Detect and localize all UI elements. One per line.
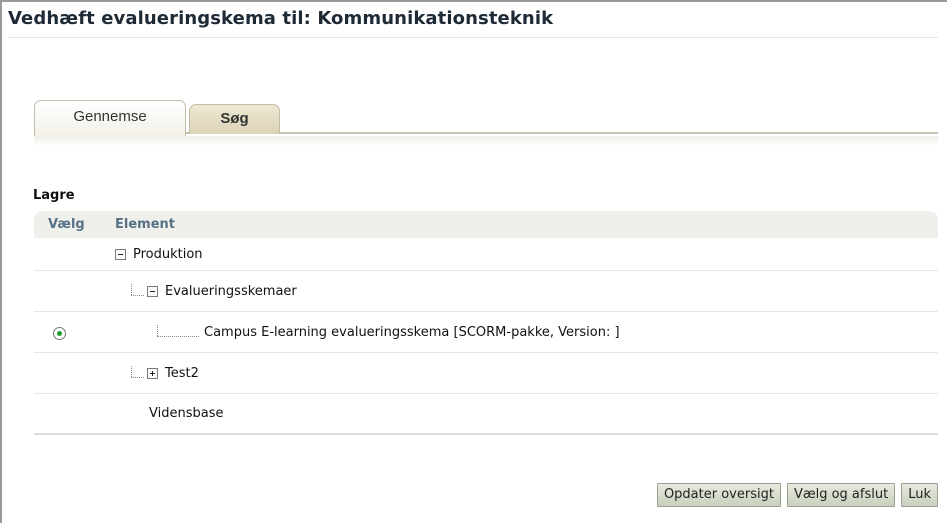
table-header: Vælg Element: [34, 211, 938, 238]
tree-node-label: Evalueringsskemaer: [165, 283, 297, 299]
close-button[interactable]: Luk: [901, 483, 938, 507]
tree-node-label: Vidensbase: [149, 406, 224, 421]
tree-node: Vidensbase: [149, 394, 223, 433]
select-radio[interactable]: [53, 327, 66, 340]
window-border-top: [0, 0, 947, 2]
collapse-icon[interactable]: [147, 285, 158, 297]
tree-node: Test2: [131, 353, 199, 393]
table-row: Evalueringsskemaer: [34, 271, 938, 312]
radio-selected-dot: [57, 331, 62, 336]
window-border-left: [0, 0, 2, 523]
tree-node-label[interactable]: Campus E-learning evalueringsskema [SCOR…: [204, 325, 620, 340]
expand-icon[interactable]: [147, 367, 158, 379]
column-header-select: Vælg: [48, 217, 85, 232]
tree-node: Campus E-learning evalueringsskema [SCOR…: [157, 312, 620, 352]
table-row: Campus E-learning evalueringsskema [SCOR…: [34, 312, 938, 353]
section-label: Lagre: [33, 188, 75, 203]
tab-gennemse[interactable]: Gennemse: [34, 100, 186, 136]
refresh-overview-button[interactable]: Opdater oversigt: [656, 483, 781, 507]
table-row: Vidensbase: [34, 394, 938, 435]
repository-table: Vælg Element Produktion Evalueringsskema…: [34, 211, 938, 435]
title-bar: Vedhæft evalueringskema til: Kommunikati…: [8, 8, 938, 38]
tree-connector: [157, 325, 202, 339]
tree-node: Produktion: [115, 238, 203, 270]
action-buttons: Opdater oversigt Vælg og afslut Luk: [656, 483, 938, 507]
tree-node-label: Test2: [165, 365, 199, 381]
table-row: Produktion: [34, 238, 938, 271]
select-and-finish-button[interactable]: Vælg og afslut: [786, 483, 896, 507]
tab-soeg[interactable]: Søg: [189, 104, 280, 134]
tree-connector: [131, 366, 145, 380]
page-title: Vedhæft evalueringskema til: Kommunikati…: [8, 8, 554, 29]
tree-connector: [131, 284, 145, 298]
tree-node: Evalueringsskemaer: [131, 271, 297, 311]
column-header-element: Element: [115, 217, 175, 232]
tab-panel-shadow: [34, 136, 938, 146]
tab-bar: Gennemse Søg: [34, 100, 938, 136]
collapse-icon[interactable]: [115, 248, 126, 260]
tree-node-label: Produktion: [133, 246, 203, 262]
table-row: Test2: [34, 353, 938, 394]
